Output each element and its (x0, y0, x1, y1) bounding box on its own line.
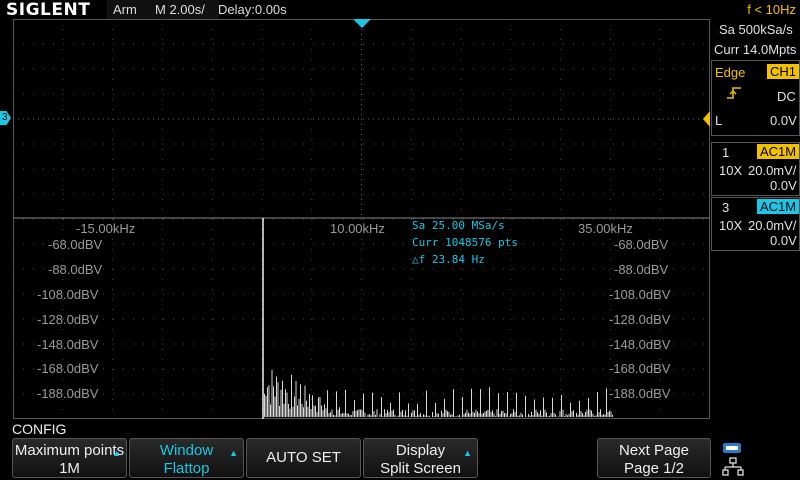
softkey-next-page[interactable]: Next Page Page 1/2 (597, 438, 711, 478)
softkey-label: Maximum points (14, 442, 125, 459)
sample-rate: Sa 500kSa/s (719, 22, 793, 37)
fft-xtick: -15.00kHz (76, 221, 136, 236)
channel-3-scale: 20.0mV/ (748, 218, 797, 233)
menu-arrow-icon: ▲ (229, 448, 238, 458)
softkey-value: Page 1/2 (623, 460, 685, 477)
fft-resolution: △f 23.84 Hz (412, 253, 485, 266)
trigger-position-marker (353, 19, 371, 28)
trigger-coupling: DC (777, 89, 796, 104)
softkey-maximum-points[interactable]: Maximum points 1M ▲ (12, 438, 127, 478)
channel-3-offset: 0.0V (770, 233, 797, 248)
fft-ytick-left: -128.0dBV (37, 312, 99, 327)
waveform-display[interactable] (13, 19, 710, 419)
fft-ytick-right: -188.0dBV (609, 386, 671, 401)
menu-arrow-icon: ▲ (112, 448, 121, 458)
softkey-label: AUTO SET (266, 449, 341, 466)
usb-icon (723, 443, 741, 453)
trigger-source: CH1 (767, 64, 800, 79)
fft-ytick-right: -148.0dBV (609, 337, 671, 352)
fft-sample-rate: Sa 25.00 MSa/s (412, 219, 505, 232)
softkey-value: 1M (59, 460, 80, 477)
fft-ytick-right: -168.0dBV (609, 361, 671, 376)
channel-3-coupling: AC1M (757, 199, 800, 214)
network-icon (722, 457, 744, 476)
fft-ytick-left: -168.0dBV (37, 361, 99, 376)
softkey-label: Next Page (618, 442, 690, 459)
channel-3-marker[interactable]: 3 (0, 111, 11, 125)
menu-title: CONFIG (12, 421, 67, 437)
softkey-display[interactable]: Display Split Screen ▲ (363, 438, 478, 478)
channel-3-probe: 10X (719, 218, 743, 233)
channel-1-coupling: AC1M (757, 144, 800, 159)
softkey-window[interactable]: Window Flattop ▲ (129, 438, 244, 478)
channel-1-scale: 20.0mV/ (748, 163, 797, 178)
trigger-type: Edge (715, 65, 746, 80)
fft-ytick-left: -88.0dBV (48, 262, 103, 277)
fft-ytick-right: -88.0dBV (614, 262, 669, 277)
channel-1-probe: 10X (719, 163, 743, 178)
fft-ytick-right: -108.0dBV (609, 287, 671, 302)
frequency-counter: f < 10Hz (747, 2, 796, 17)
usb-network-status (722, 443, 744, 476)
fft-ytick-right: -128.0dBV (609, 312, 671, 327)
softkey-value: Split Screen (380, 460, 461, 477)
menu-arrow-icon: ▲ (463, 448, 472, 458)
fft-ytick-left: -148.0dBV (37, 337, 99, 352)
fft-xtick: 35.00kHz (578, 221, 633, 236)
fft-ytick-left: -108.0dBV (37, 287, 99, 302)
trigger-edge-icon (727, 87, 741, 99)
softkey-label: Window (159, 442, 214, 459)
delay-readout[interactable]: Delay:0.00s (212, 0, 354, 19)
fft-trace (262, 369, 613, 417)
channel-3-num: 3 (722, 200, 730, 215)
acquisition-status: Arm (107, 0, 153, 19)
fft-ytick-left: -68.0dBV (48, 237, 103, 252)
channel-1-offset: 0.0V (770, 178, 797, 193)
fft-ytick-left: -188.0dBV (37, 386, 99, 401)
softkey-auto-set[interactable]: AUTO SET (246, 438, 361, 478)
fft-points: Curr 1048576 pts (412, 236, 518, 249)
grid-lines (13, 19, 710, 419)
trigger-level-marker (703, 111, 710, 127)
timebase-readout[interactable]: M 2.00s/ (149, 0, 219, 19)
softkey-value: Flattop (163, 460, 210, 477)
channel-1-num: 1 (722, 145, 730, 160)
softkey-label: Display (395, 442, 446, 459)
trigger-level-label: L (715, 113, 723, 128)
fft-xtick: 10.00kHz (330, 221, 385, 236)
brand-logo: SIGLENT (6, 0, 91, 20)
memory-depth: Curr 14.0Mpts (714, 42, 797, 57)
fft-ytick-right: -68.0dBV (614, 237, 669, 252)
trigger-level: 0.0V (770, 113, 797, 128)
